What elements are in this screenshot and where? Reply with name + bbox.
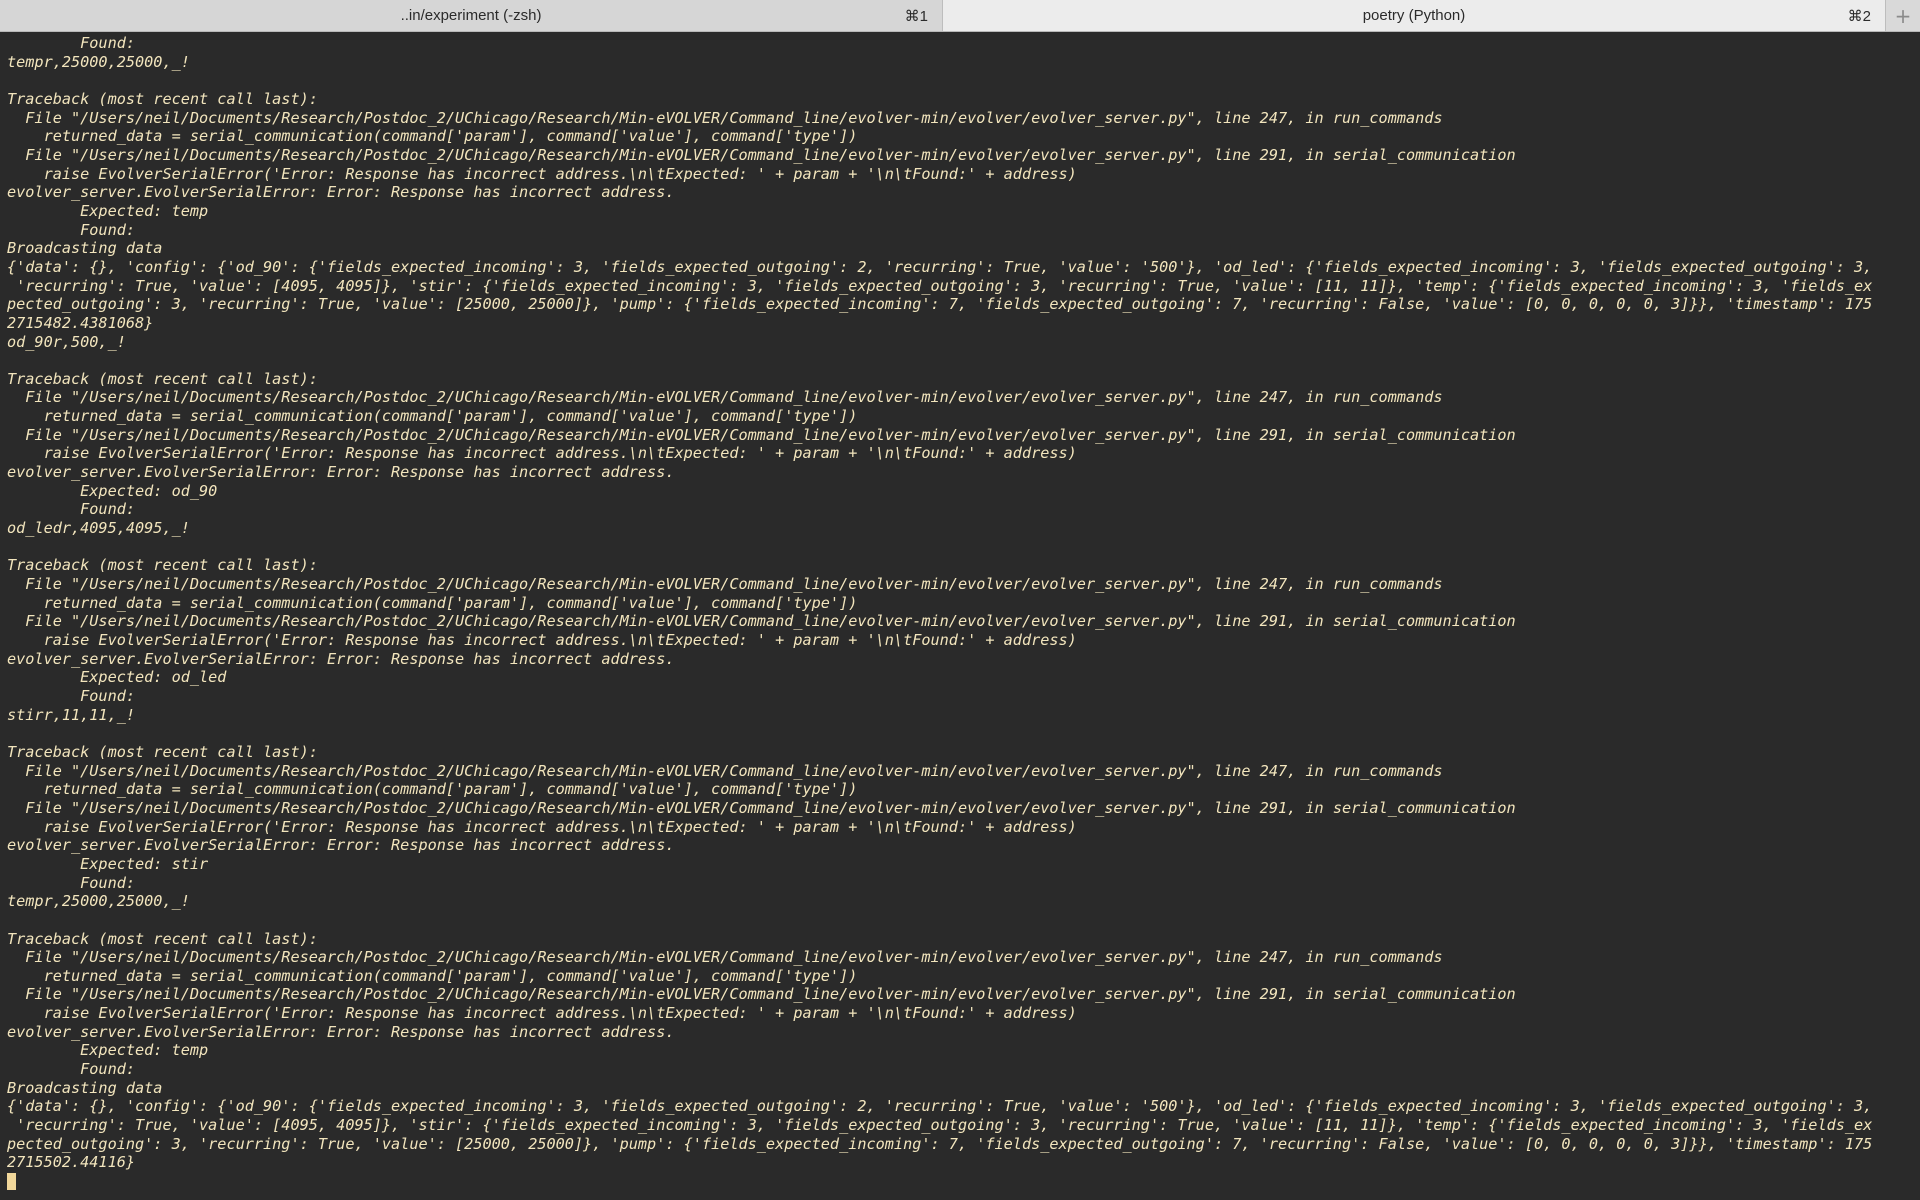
terminal-line: Expected: od_90 xyxy=(7,481,218,500)
terminal-line: Found: xyxy=(7,686,136,705)
terminal-line: File "/Users/neil/Documents/Research/Pos… xyxy=(7,612,1516,631)
terminal-line: returned_data = serial_communication(com… xyxy=(7,127,858,146)
terminal-line: File "/Users/neil/Documents/Research/Pos… xyxy=(7,575,1443,594)
terminal-line: 'recurring': True, 'value': [4095, 4095]… xyxy=(7,276,1873,295)
terminal-line: raise EvolverSerialError('Error: Respons… xyxy=(7,164,1077,183)
terminal-line: Found: xyxy=(7,873,136,892)
terminal-line: evolver_server.EvolverSerialError: Error… xyxy=(7,649,675,668)
terminal-line: Broadcasting data xyxy=(7,239,163,258)
terminal-pane[interactable]: Found: tempr,25000,25000,_! Traceback (mo… xyxy=(0,32,1920,1200)
terminal-line: Expected: od_led xyxy=(7,668,227,687)
terminal-line: raise EvolverSerialError('Error: Respons… xyxy=(7,631,1077,649)
terminal-line: Traceback (most recent call last): xyxy=(7,929,318,948)
tab-label: ..in/experiment (-zsh) xyxy=(400,7,542,24)
terminal-line: od_90r,500,_! xyxy=(7,332,126,351)
terminal-line: {'data': {}, 'config': {'od_90': {'field… xyxy=(7,1097,1873,1116)
terminal-line: od_ledr,4095,4095,_! xyxy=(7,519,190,538)
terminal-line: evolver_server.EvolverSerialError: Error… xyxy=(7,183,675,202)
terminal-line: File "/Users/neil/Documents/Research/Pos… xyxy=(7,388,1443,407)
terminal-line: Traceback (most recent call last): xyxy=(7,742,318,761)
terminal-line: Traceback (most recent call last): xyxy=(7,89,318,108)
tab-poetry[interactable]: poetry (Python) ⌘2 xyxy=(943,0,1886,31)
terminal-line: Expected: temp xyxy=(7,1041,209,1060)
terminal-line: File "/Users/neil/Documents/Research/Pos… xyxy=(7,985,1516,1004)
terminal-line: raise EvolverSerialError('Error: Respons… xyxy=(7,444,1077,463)
terminal-line: Expected: stir xyxy=(7,854,209,873)
terminal-line: File "/Users/neil/Documents/Research/Pos… xyxy=(7,145,1516,164)
tab-zsh[interactable]: ..in/experiment (-zsh) ⌘1 xyxy=(0,0,943,31)
terminal-line: evolver_server.EvolverSerialError: Error… xyxy=(7,1022,675,1041)
terminal-line: Found: xyxy=(7,34,136,52)
terminal-output: Found: tempr,25000,25000,_! Traceback (mo… xyxy=(0,32,1920,1191)
terminal-line: evolver_server.EvolverSerialError: Error… xyxy=(7,463,675,482)
terminal-line: 2715482.4381068} xyxy=(7,313,154,332)
terminal-line: {'data': {}, 'config': {'od_90': {'field… xyxy=(7,257,1873,276)
terminal-line: Traceback (most recent call last): xyxy=(7,556,318,575)
terminal-line: Traceback (most recent call last): xyxy=(7,369,318,388)
new-tab-button[interactable]: + xyxy=(1886,0,1920,31)
terminal-line: 2715502.44116} xyxy=(7,1153,136,1172)
terminal-line: raise EvolverSerialError('Error: Respons… xyxy=(7,1004,1077,1023)
terminal-line: 'recurring': True, 'value': [4095, 4095]… xyxy=(7,1116,1873,1135)
terminal-line: returned_data = serial_communication(com… xyxy=(7,407,858,426)
terminal-line: pected_outgoing': 3, 'recurring': True, … xyxy=(7,1134,1873,1153)
tab-label: poetry (Python) xyxy=(1362,7,1466,24)
terminal-line: returned_data = serial_communication(com… xyxy=(7,780,858,799)
terminal-line: evolver_server.EvolverSerialError: Error… xyxy=(7,836,675,855)
cursor-block xyxy=(7,1173,16,1191)
tab-shortcut: ⌘1 xyxy=(904,7,928,25)
terminal-line: raise EvolverSerialError('Error: Respons… xyxy=(7,817,1077,836)
terminal-line: pected_outgoing': 3, 'recurring': True, … xyxy=(7,295,1873,314)
terminal-line: tempr,25000,25000,_! xyxy=(7,52,190,71)
terminal-line: Found: xyxy=(7,500,136,519)
terminal-line: File "/Users/neil/Documents/Research/Pos… xyxy=(7,798,1516,817)
terminal-line: File "/Users/neil/Documents/Research/Pos… xyxy=(7,948,1443,967)
terminal-line: tempr,25000,25000,_! xyxy=(7,892,190,911)
terminal-line: Expected: temp xyxy=(7,201,209,220)
terminal-line: Found: xyxy=(7,220,136,239)
terminal-line: stirr,11,11,_! xyxy=(7,705,136,724)
terminal-line: File "/Users/neil/Documents/Research/Pos… xyxy=(7,425,1516,444)
terminal-line: Broadcasting data xyxy=(7,1078,163,1097)
tab-bar: ..in/experiment (-zsh) ⌘1 poetry (Python… xyxy=(0,0,1920,32)
terminal-line: returned_data = serial_communication(com… xyxy=(7,593,858,612)
tab-shortcut: ⌘2 xyxy=(1847,7,1871,25)
terminal-line: Found: xyxy=(7,1060,136,1079)
terminal-line: File "/Users/neil/Documents/Research/Pos… xyxy=(7,108,1443,127)
prompt-line xyxy=(7,1172,1920,1191)
terminal-line: returned_data = serial_communication(com… xyxy=(7,966,858,985)
terminal-line: File "/Users/neil/Documents/Research/Pos… xyxy=(7,761,1443,780)
plus-icon: + xyxy=(1894,3,1912,28)
